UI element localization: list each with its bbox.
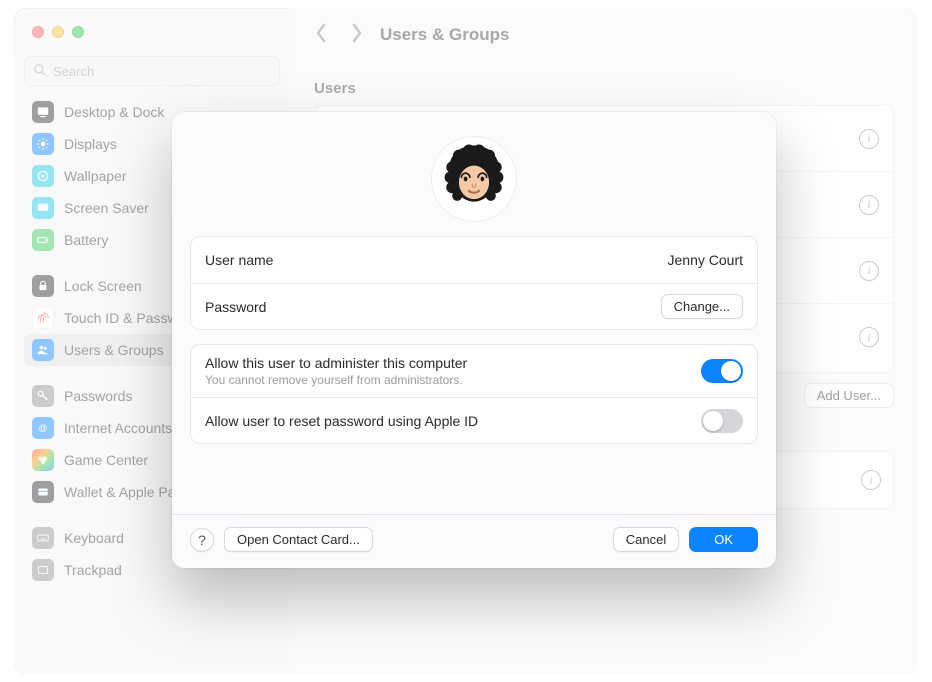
admin-sublabel: You cannot remove yourself from administ… [205,373,467,387]
username-value: Jenny Court [668,252,743,268]
ok-button[interactable]: OK [689,527,758,552]
change-password-button[interactable]: Change... [661,294,743,319]
identity-card: User name Jenny Court Password Change... [190,236,758,330]
admin-row: Allow this user to administer this compu… [191,345,757,397]
admin-toggle[interactable] [701,359,743,383]
user-avatar[interactable] [431,136,517,222]
admin-label: Allow this user to administer this compu… [205,355,467,371]
password-label: Password [205,299,266,315]
sheet-actions: ? Open Contact Card... Cancel OK [190,527,758,552]
divider [172,514,776,515]
reset-password-row: Allow user to reset password using Apple… [191,397,757,443]
password-row: Password Change... [191,283,757,329]
username-row: User name Jenny Court [191,237,757,283]
username-label: User name [205,252,273,268]
open-contact-card-button[interactable]: Open Contact Card... [224,527,373,552]
reset-password-label: Allow user to reset password using Apple… [205,413,478,429]
cancel-button[interactable]: Cancel [613,527,679,552]
permissions-card: Allow this user to administer this compu… [190,344,758,444]
help-button[interactable]: ? [190,528,214,552]
reset-password-toggle[interactable] [701,409,743,433]
user-details-sheet: User name Jenny Court Password Change...… [172,112,776,568]
